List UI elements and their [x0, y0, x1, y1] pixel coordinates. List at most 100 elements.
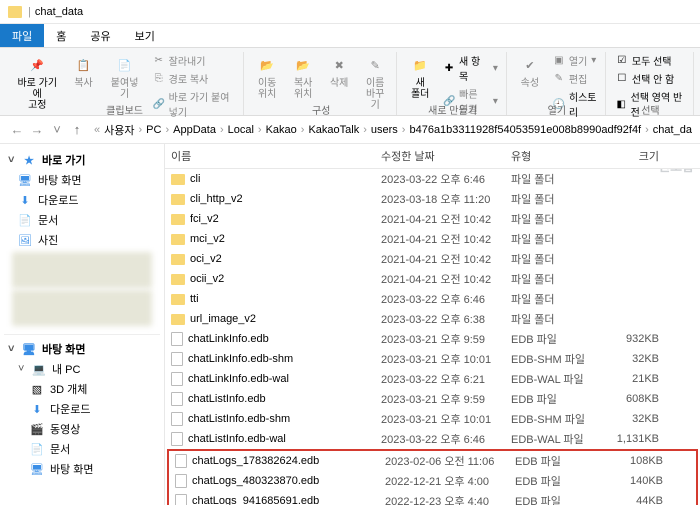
sidebar-item-3d[interactable]: ▧3D 개체: [4, 379, 160, 399]
tab-share[interactable]: 공유: [78, 24, 122, 47]
sidebar-item-videos[interactable]: 🎬동영상: [4, 419, 160, 439]
3d-icon: ▧: [30, 383, 44, 395]
cut-button[interactable]: ✂잘라내기: [151, 52, 238, 69]
copypath-button[interactable]: ⎘경로 복사: [151, 70, 238, 87]
cell-size: [595, 198, 665, 200]
crumb[interactable]: KakaoTalk: [306, 124, 361, 136]
table-row[interactable]: url_image_v22023-03-22 오후 6:38파일 폴더: [165, 309, 700, 329]
cell-date: 2023-03-21 오후 10:01: [375, 410, 505, 428]
cell-type: 파일 폴더: [505, 170, 595, 188]
edit-button[interactable]: ✎편집: [551, 70, 599, 87]
pictures-icon: 🖼: [18, 234, 32, 246]
table-row[interactable]: cli2023-03-22 오후 6:46파일 폴더: [165, 169, 700, 189]
rename-button[interactable]: ✎이름 바꾸기: [360, 52, 390, 113]
divider: [4, 334, 160, 335]
sidebar-item-desktop[interactable]: 🖥바탕 화면: [4, 170, 160, 190]
table-row[interactable]: chatLinkInfo.edb-wal2023-03-22 오후 6:21ED…: [165, 369, 700, 389]
tab-view[interactable]: 보기: [123, 24, 167, 47]
crumb[interactable]: PC: [144, 124, 163, 136]
table-row[interactable]: chatListInfo.edb-wal2023-03-22 오후 6:46ED…: [165, 429, 700, 449]
cell-date: 2023-03-21 오후 9:59: [375, 330, 505, 348]
cell-size: 140KB: [599, 474, 669, 488]
selectall-button[interactable]: ☑모두 선택: [614, 52, 687, 69]
crumb[interactable]: chat_data: [651, 124, 692, 136]
table-row[interactable]: mci_v22021-04-21 오전 10:42파일 폴더: [165, 229, 700, 249]
sidebar-item-quickaccess[interactable]: ˅★바로 가기: [4, 150, 160, 170]
ribbon-tabs: 파일 홈 공유 보기: [0, 24, 700, 48]
table-row[interactable]: chatLinkInfo.edb2023-03-21 오후 9:59EDB 파일…: [165, 329, 700, 349]
table-row[interactable]: chatLogs_480323870.edb2022-12-21 오후 4:00…: [169, 471, 696, 491]
file-icon: [171, 392, 183, 406]
delete-button[interactable]: ✖삭제: [324, 52, 354, 91]
paste-shortcut-button[interactable]: 🔗바로 가기 붙여넣기: [151, 88, 238, 120]
sidebar-item-documents[interactable]: 📄문서: [4, 210, 160, 230]
moveto-button[interactable]: 📂이동 위치: [252, 52, 282, 102]
sidebar-item-downloads[interactable]: ⬇다운로드: [4, 190, 160, 210]
cell-date: 2021-04-21 오전 10:42: [375, 210, 505, 228]
crumb[interactable]: Local: [226, 124, 256, 136]
cell-type: EDB-SHM 파일: [505, 350, 595, 368]
back-button[interactable]: ←: [8, 121, 26, 139]
documents-icon: 📄: [18, 214, 32, 226]
chevron-down-icon[interactable]: ˅: [48, 121, 66, 139]
ribbon-group-new: 📁새 폴더 ✚새 항목 ▾ 🔗빠른 연결 ▾ 새로 만들기: [399, 52, 507, 115]
crumb[interactable]: 사용자: [102, 122, 136, 138]
ribbon: 📌 바로 가기에 고정 📋 복사 📄 붙여넣기 ✂잘라내기 ⎘경로 복사 🔗바로…: [0, 48, 700, 116]
table-row[interactable]: chatLogs_178382624.edb2023-02-06 오전 11:0…: [169, 451, 696, 471]
tab-file[interactable]: 파일: [0, 24, 44, 47]
newfolder-icon: 📁: [409, 54, 431, 76]
sidebar-item-desktop2[interactable]: 🖥바탕 화면: [4, 459, 160, 479]
sidebar-item-documents2[interactable]: 📄문서: [4, 439, 160, 459]
up-button[interactable]: ↑: [68, 121, 86, 139]
table-row[interactable]: chatListInfo.edb-shm2023-03-21 오후 10:01E…: [165, 409, 700, 429]
sidebar-item-pc[interactable]: ˅💻내 PC: [4, 359, 160, 379]
cell-date: 2021-04-21 오전 10:42: [375, 270, 505, 288]
breadcrumb[interactable]: « 사용자› PC› AppData› Local› Kakao› KakaoT…: [92, 122, 692, 138]
sidebar-item-desktop-head[interactable]: ˅🖥바탕 화면: [4, 339, 160, 359]
tab-home[interactable]: 홈: [44, 24, 78, 47]
open-button[interactable]: ▣열기 ▾: [551, 52, 599, 69]
separator: |: [28, 6, 31, 18]
crumb[interactable]: b476a1b3311928f54053591e008b8990adf92f4f: [407, 124, 643, 136]
newfolder-button[interactable]: 📁새 폴더: [405, 52, 435, 102]
folder-icon: [171, 314, 185, 325]
cell-type: 파일 폴더: [505, 270, 595, 288]
table-row[interactable]: ocii_v22021-04-21 오전 10:42파일 폴더: [165, 269, 700, 289]
main-area: ˅★바로 가기 🖥바탕 화면 ⬇다운로드 📄문서 🖼사진 ˅🖥바탕 화면 ˅💻내…: [0, 144, 700, 505]
file-icon: [171, 432, 183, 446]
sidebar-item-pictures[interactable]: 🖼사진: [4, 230, 160, 250]
table-row[interactable]: chatListInfo.edb2023-03-21 오후 9:59EDB 파일…: [165, 389, 700, 409]
col-name[interactable]: 이름: [165, 144, 375, 168]
forward-button[interactable]: →: [28, 121, 46, 139]
table-row[interactable]: fci_v22021-04-21 오전 10:42파일 폴더: [165, 209, 700, 229]
table-row[interactable]: oci_v22021-04-21 오전 10:42파일 폴더: [165, 249, 700, 269]
rename-icon: ✎: [364, 54, 386, 76]
properties-button[interactable]: ✔속성: [515, 52, 545, 91]
selectall-icon: ☑: [616, 55, 628, 67]
pin-button[interactable]: 📌 바로 가기에 고정: [12, 52, 63, 113]
cell-date: 2021-04-21 오전 10:42: [375, 230, 505, 248]
ribbon-group-organize: 📂이동 위치 📂복사 위치 ✖삭제 ✎이름 바꾸기 구성: [246, 52, 397, 115]
newitem-button[interactable]: ✚새 항목 ▾: [441, 52, 500, 84]
table-row[interactable]: chatLogs_941685691.edb2022-12-23 오후 4:40…: [169, 491, 696, 505]
crumb[interactable]: Kakao: [264, 124, 299, 136]
table-row[interactable]: cli_http_v22023-03-18 오후 11:20파일 폴더: [165, 189, 700, 209]
table-row[interactable]: chatLinkInfo.edb-shm2023-03-21 오후 10:01E…: [165, 349, 700, 369]
col-type[interactable]: 유형: [505, 144, 595, 168]
file-name: fci_v2: [190, 213, 219, 225]
file-name: chatLogs_178382624.edb: [192, 455, 319, 467]
copy-button[interactable]: 📋 복사: [69, 52, 99, 91]
paste-button[interactable]: 📄 붙여넣기: [105, 52, 145, 102]
col-date[interactable]: 수정한 날짜: [375, 144, 505, 168]
titlebar: | chat_data: [0, 0, 700, 24]
cell-type: EDB 파일: [509, 472, 599, 490]
sidebar-item-downloads2[interactable]: ⬇다운로드: [4, 399, 160, 419]
copyto-button[interactable]: 📂복사 위치: [288, 52, 318, 102]
table-row[interactable]: tti2023-03-22 오후 6:46파일 폴더: [165, 289, 700, 309]
col-size[interactable]: 크기: [595, 144, 665, 168]
selectnone-button[interactable]: ☐선택 안 함: [614, 70, 687, 87]
crumb[interactable]: AppData: [171, 124, 218, 136]
open-icon: ▣: [553, 55, 565, 67]
crumb[interactable]: users: [369, 124, 400, 136]
file-list: infotop.kr 인포탑 이름 수정한 날짜 유형 크기 cli2023-0…: [165, 144, 700, 505]
